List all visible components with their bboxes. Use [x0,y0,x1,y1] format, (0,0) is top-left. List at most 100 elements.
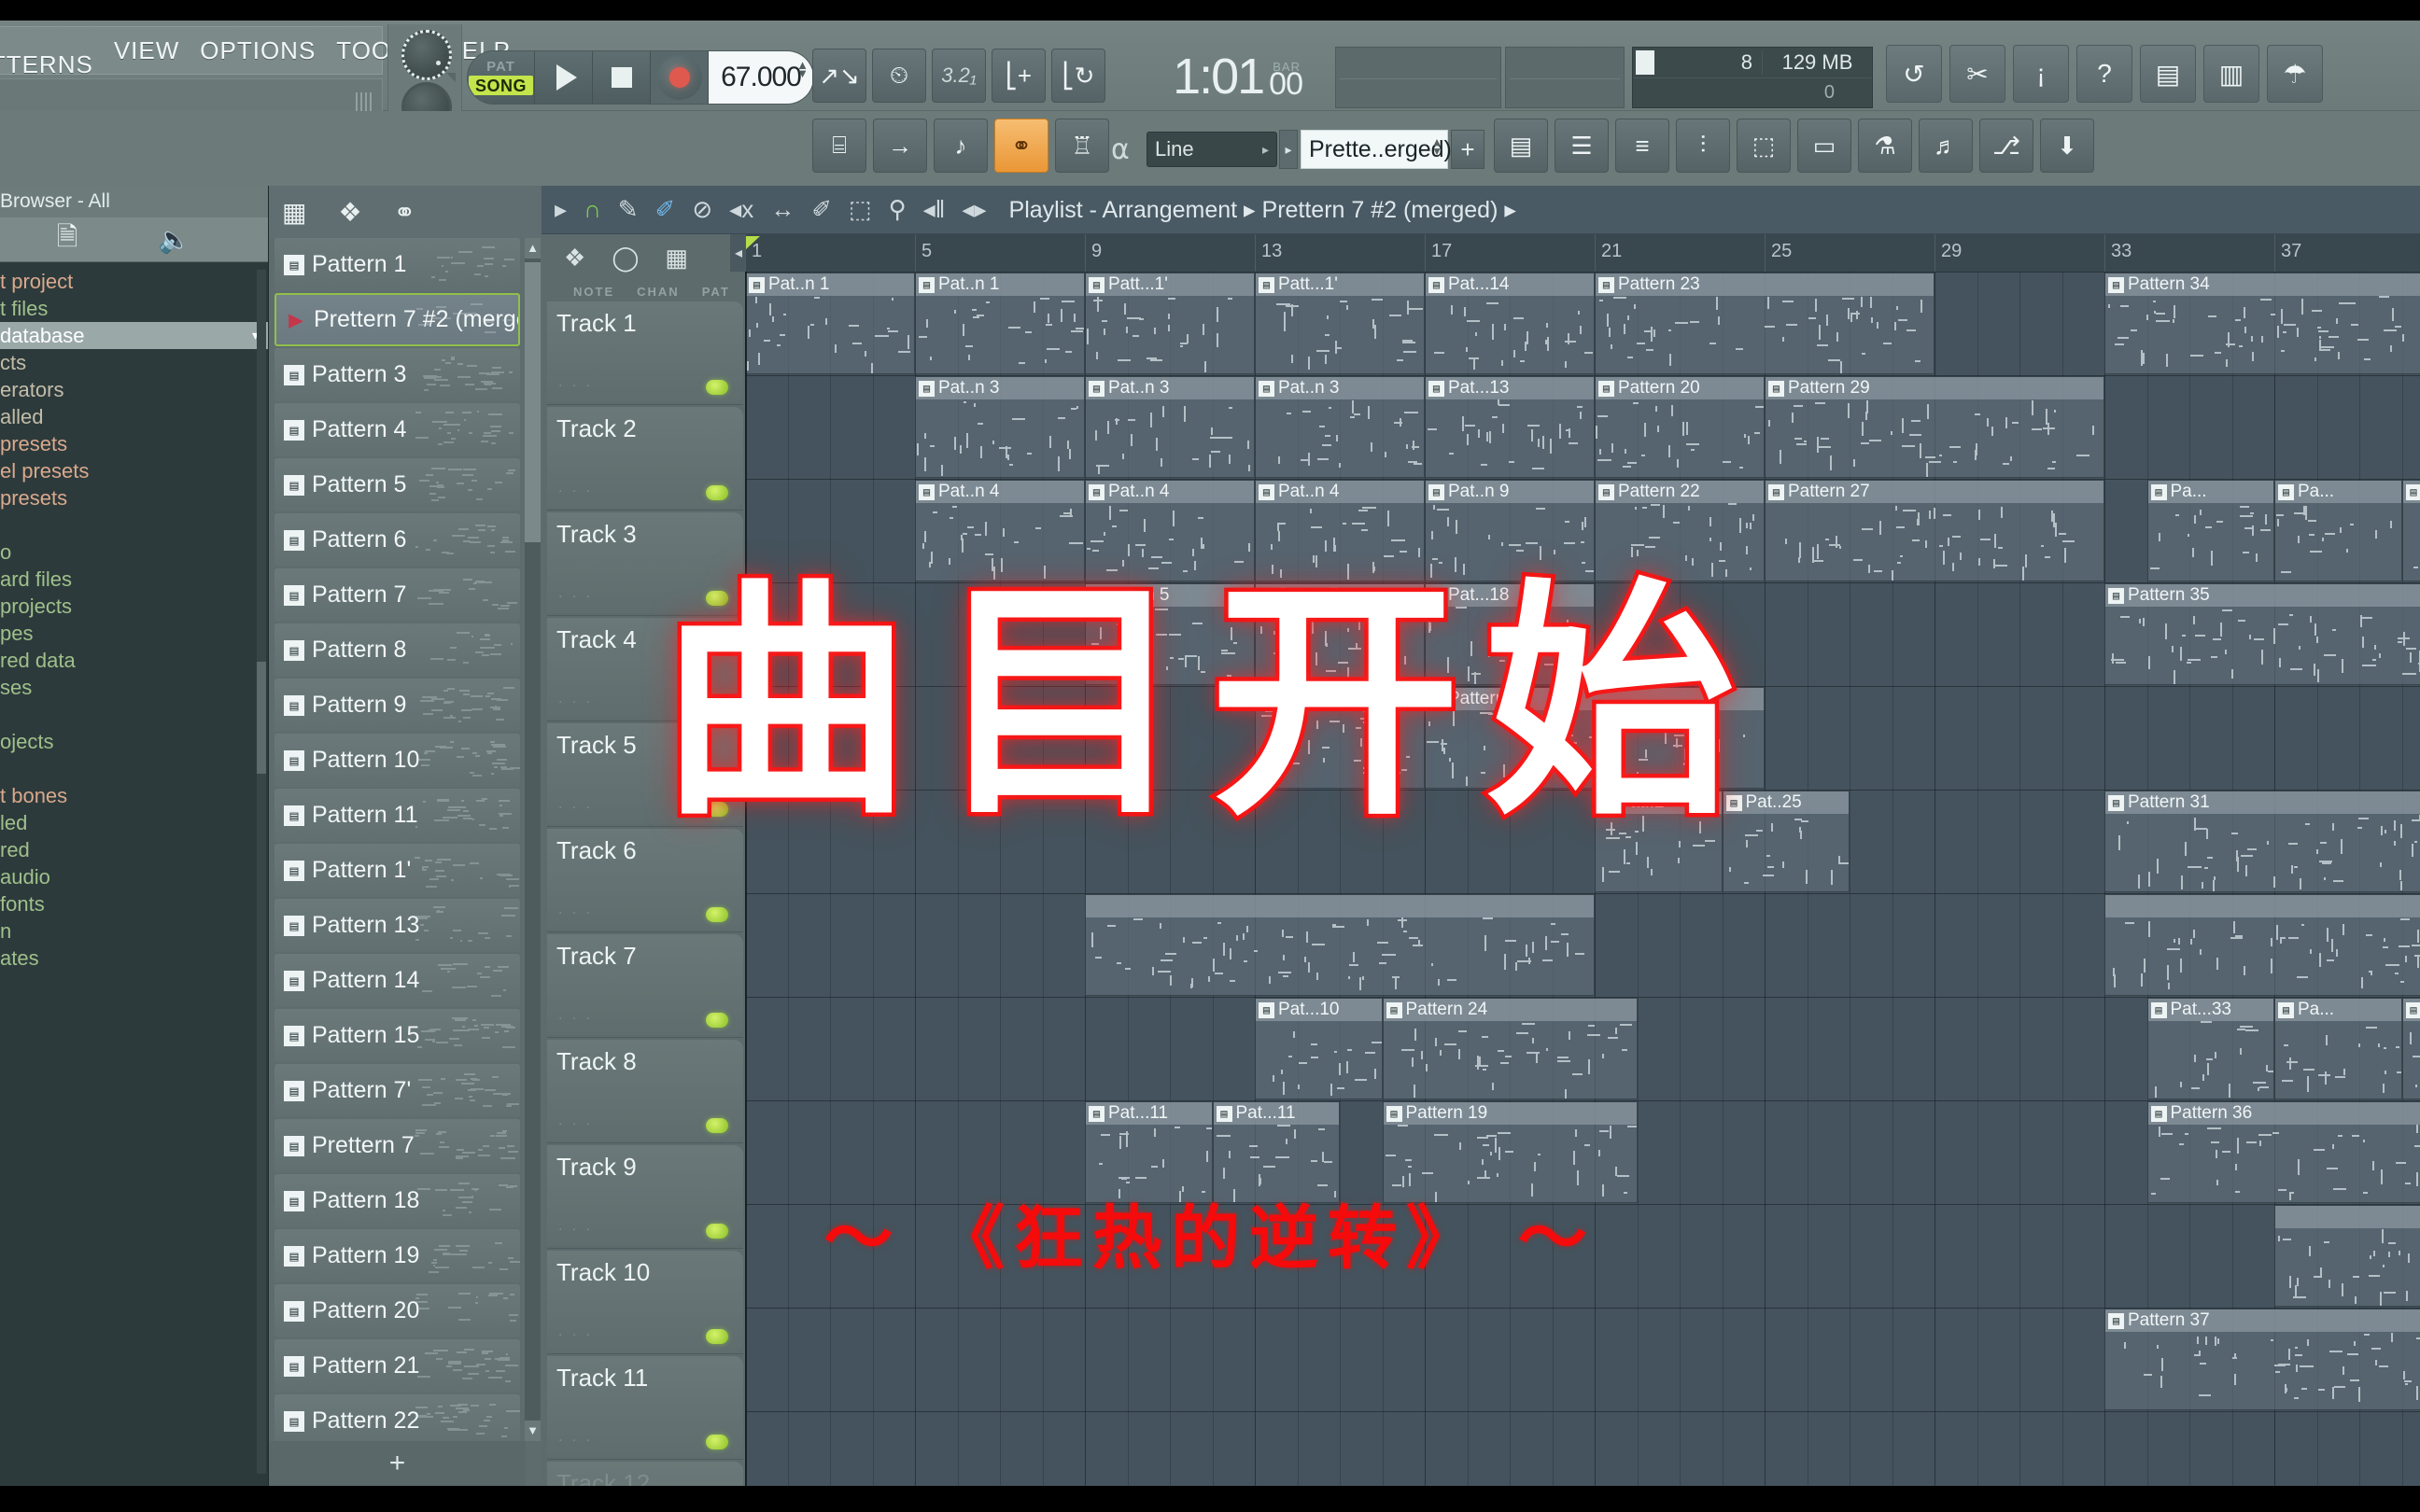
track-enable-led[interactable] [706,1224,728,1239]
playlist-clip[interactable]: ▤ Pat...11 [1085,1101,1213,1203]
browser-item[interactable]: ard files [0,566,268,593]
browser-item[interactable]: t bones [0,782,268,809]
file-tab-icon[interactable]: 🗎 [57,217,78,262]
pattern-list-item[interactable]: ▤ Pattern 20 [274,1284,520,1337]
track-volume-handle[interactable]: . . . [558,585,593,602]
browser-item[interactable]: projects [0,593,268,620]
track-header[interactable]: Track 4 . . . [547,618,743,721]
note-icon[interactable]: ♪ [934,119,988,173]
piano-roll-icon[interactable]: ⌸ [812,119,866,173]
browser-window-icon[interactable]: ⬚ [1737,119,1791,173]
playlist-clip[interactable] [1085,894,1595,996]
playlist-ruler[interactable]: 1591317212529333741454953576165697377 [745,234,2420,272]
zoom-tool-icon[interactable]: ⚲ [889,195,907,224]
playlist-clip[interactable]: ▤ Pattern 24 [1382,998,1638,1099]
playlist-clip[interactable]: ▤ Pattern 27 [1765,480,2104,581]
pattern-scroll-thumb[interactable] [525,262,541,542]
pattern-selector-field[interactable]: Prette..erged) ▲ ▼ [1301,130,1452,169]
playlist-clip[interactable]: ▤ Pat...33 [2146,998,2274,1099]
track-header[interactable]: Track 2 . . . [547,407,743,511]
playlist-clip[interactable]: ▤ Pat..n 4 [1085,480,1255,581]
save-as-icon[interactable]: ▥ [2203,45,2259,103]
track-enable-led[interactable] [706,1013,728,1028]
playlist-clip[interactable]: ▤Pa... [2146,480,2274,581]
pitch-bend-icon[interactable]: ↗↘ [812,49,866,103]
playlist-clip[interactable]: ▤ Patt...1' [1255,273,1425,374]
pattern-scroll-up[interactable]: ▲ [525,238,541,259]
playlist-clip[interactable]: ▤ Pat..n 1 [745,273,915,374]
playlist-clip[interactable]: ▤ Pat..n 3 [915,376,1085,478]
snap-dropdown[interactable]: Line ▸ [1147,132,1277,167]
track-volume-handle[interactable]: . . . [558,1323,593,1340]
playlist-clip[interactable]: ▤ Pattern 36 [2146,1101,2420,1203]
playlist-clip[interactable] [2274,1205,2420,1307]
playlist-icon[interactable]: ▤ [1494,119,1548,173]
effects-icon[interactable]: ⚗ [1858,119,1912,173]
pattern-list-item[interactable]: ▤ Prettern 7 [274,1119,520,1172]
browser-item[interactable]: audio [0,863,268,890]
playlist-clip[interactable]: ▤ Pattern 29 [1765,376,2104,478]
select-tool-icon[interactable]: ⬚ [849,195,872,224]
playlist-clip[interactable]: ▤ Pattern 31 [2104,791,2420,892]
track-volume-handle[interactable]: . . . [558,480,593,497]
master-pitch-knob[interactable] [401,30,452,80]
draw-tool-icon[interactable]: ✎ [618,195,639,224]
track-enable-led[interactable] [706,907,728,922]
menu-item-options[interactable]: OPTIONS [200,36,316,65]
download-icon[interactable]: ⬇ [2040,119,2094,173]
pattern-prev-button[interactable]: ▸ [1279,130,1298,169]
track-volume-handle[interactable]: . . . [558,691,593,707]
track-automation-icon[interactable]: ◯ [612,244,639,273]
playlist-clip[interactable]: ▤ Pattern 37 [2104,1309,2420,1410]
track-header[interactable]: Track 1 . . . [547,301,743,405]
track-header[interactable]: Track 8 . . . [547,1040,743,1143]
pattern-grid-icon[interactable]: ▦ [282,197,306,228]
pitch-panel[interactable] [1505,47,1625,108]
piano-roll-window-icon[interactable]: ≡ [1615,119,1669,173]
paint-tool-icon[interactable]: ✐ [655,195,676,224]
browser-item[interactable]: ates [0,945,268,972]
track-grid-icon[interactable]: ▦ [665,244,688,273]
browser-item[interactable]: erators [0,376,268,403]
menu-item-d-patterns[interactable]: D PATTERNS [0,21,93,79]
track-enable-led[interactable] [706,1118,728,1133]
pattern-link-icon[interactable]: ⚭ [394,197,415,228]
help-icon[interactable]: ? [2076,45,2132,103]
playlist-clip[interactable]: ▤ Pat...11 [1212,1101,1340,1203]
pattern-spinner[interactable]: ▲ ▼ [1431,136,1442,157]
playlist-clip[interactable]: ▤ Pat..n 4 [1255,480,1425,581]
cut-tool-icon[interactable]: ✂ [1949,45,2005,103]
add-pattern-button[interactable]: + [1451,130,1484,169]
track-enable-led[interactable] [706,485,728,500]
mixer-window-icon[interactable]: ⫶ [1676,119,1730,173]
playlist-clip[interactable]: ▤ Pattern 35 [2104,583,2420,685]
track-header[interactable]: Track 7 . . . [547,934,743,1038]
cpu-memory-panel[interactable]: 8 129 MB 0 [1632,47,1873,108]
step-sequencer-icon[interactable]: ☰ [1555,119,1609,173]
wrapper-icon[interactable]: ♬ [1919,119,1973,173]
track-enable-led[interactable] [706,802,728,817]
track-volume-handle[interactable]: . . . [558,796,593,813]
playlist-clip[interactable]: ▤ Pattern 21 [1425,687,1765,789]
audio-icon[interactable]: ◂▸ [962,195,986,224]
pattern-list-item[interactable]: ▤ Pattern 13 [274,899,520,952]
pattern-list-item[interactable]: ▤ Pattern 4 [274,403,520,456]
track-enable-led[interactable] [706,591,728,606]
playlist-clip[interactable]: ▤ Pat...13 [1425,376,1595,478]
menu-arrow-icon[interactable]: ▸ [555,195,567,224]
pattern-list-item[interactable]: ▤ Pattern 15 [274,1009,520,1062]
playlist-clip[interactable]: ▤ Pat..n 5 [1255,583,1425,685]
playlist-clip[interactable] [2104,894,2420,996]
undo-icon[interactable]: ↺ [1886,45,1942,103]
track-volume-handle[interactable]: . . . [558,1007,593,1024]
menu-item-view[interactable]: VIEW [114,36,179,65]
pattern-list-item[interactable]: ▤ Pattern 7 [274,568,520,622]
track-header[interactable]: Track 10 . . . [547,1251,743,1354]
browser-item[interactable]: fonts [0,890,268,917]
browser-item[interactable]: el presets [0,457,268,484]
pattern-list-item[interactable]: ▤ Pattern 18 [274,1174,520,1227]
browser-item[interactable]: red [0,836,268,863]
tempo-spinner[interactable]: ▲ ▼ [796,59,809,79]
stop-button[interactable] [593,51,651,104]
speaker-tab-icon[interactable]: 🔈 [158,224,190,255]
